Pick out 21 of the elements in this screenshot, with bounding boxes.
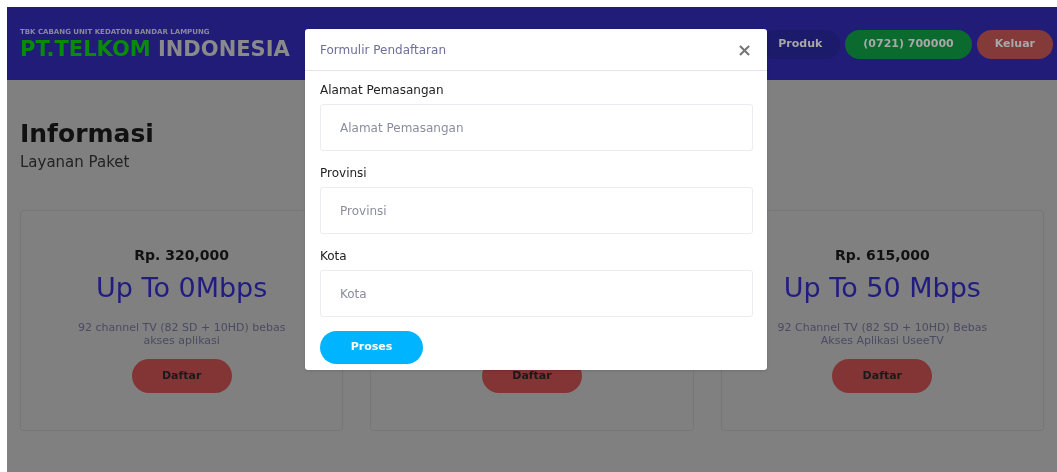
input-field[interactable]: Provinsi <box>320 187 753 234</box>
register-button[interactable]: Daftar <box>832 358 933 393</box>
section-title: Informasi <box>20 118 154 150</box>
brand-name: INDONESIA <box>157 37 290 61</box>
package-speed: Up To 0Mbps <box>96 270 268 305</box>
package-price: Rp. 320,000 <box>134 246 230 266</box>
submit-button[interactable]: Proses <box>320 331 423 364</box>
input-field[interactable]: Kota <box>320 270 753 317</box>
nav-button[interactable]: (0721) 700000 <box>845 30 972 59</box>
field-label: Alamat Pemasangan <box>320 83 445 98</box>
section-subtitle: Layanan Paket <box>20 152 130 174</box>
register-button[interactable]: Daftar <box>131 358 232 393</box>
field-label: Provinsi <box>320 166 368 181</box>
modal-title: Formulir Pendaftaran <box>320 41 446 59</box>
brand-name: PT.TELKOM <box>20 37 151 61</box>
field-label: Kota <box>320 249 348 264</box>
input-field[interactable]: Alamat Pemasangan <box>320 104 753 151</box>
close-button[interactable]: × <box>736 40 752 59</box>
package-speed: Up To 50 Mbps <box>783 270 981 305</box>
nav-button[interactable]: Keluar <box>976 30 1053 59</box>
package-price: Rp. 615,000 <box>834 246 930 266</box>
